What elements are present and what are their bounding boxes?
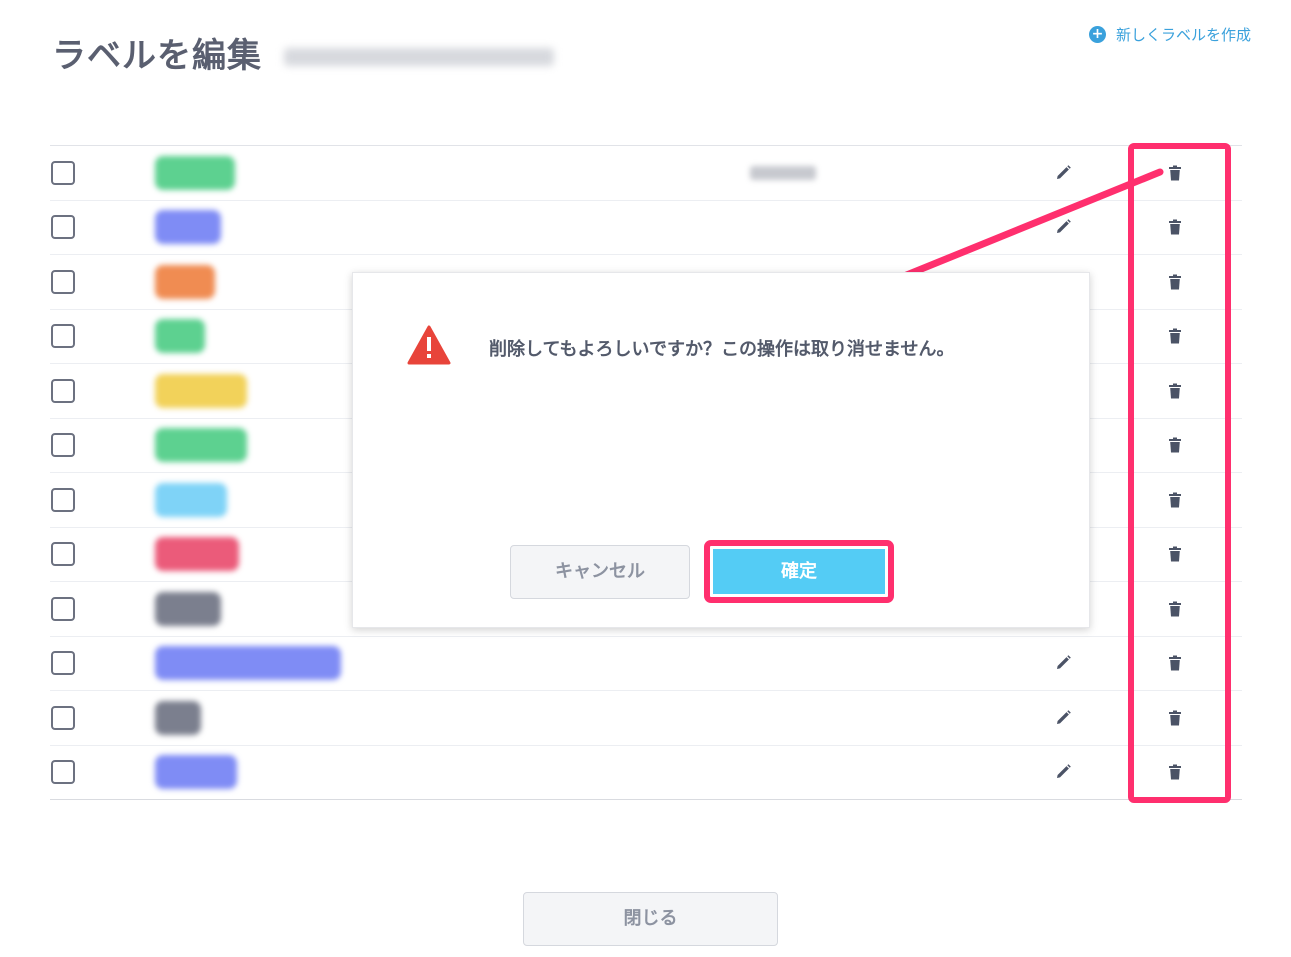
row-checkbox[interactable] (51, 596, 75, 621)
table-row (50, 691, 1242, 746)
row-checkbox[interactable] (51, 487, 75, 512)
page-title: ラベルを編集 (52, 36, 262, 76)
warning-icon (407, 325, 451, 365)
row-checkbox[interactable] (51, 215, 75, 240)
row-checkbox[interactable] (51, 705, 75, 730)
label-pill (155, 373, 247, 408)
row-checkbox[interactable] (51, 542, 75, 567)
subtitle-redacted (284, 48, 554, 66)
table-row (50, 746, 1242, 800)
row-checkbox[interactable] (51, 651, 75, 676)
row-checkbox[interactable] (51, 433, 75, 458)
label-pill (155, 755, 237, 790)
pencil-icon[interactable] (1054, 164, 1072, 182)
pencil-icon[interactable] (1054, 709, 1072, 727)
pencil-icon[interactable] (1054, 763, 1072, 781)
create-label-link[interactable]: + 新しくラベルを作成 (1088, 24, 1251, 45)
dialog-message: 削除してもよろしいですか？この操作は取り消せません。 (489, 339, 955, 360)
row-checkbox[interactable] (51, 378, 75, 403)
label-pill (155, 264, 215, 299)
label-pill (155, 155, 235, 190)
plus-circle-icon: + (1088, 26, 1106, 43)
row-checkbox[interactable] (51, 324, 75, 349)
label-description-redacted (750, 165, 816, 180)
label-pill (155, 537, 239, 572)
pencil-icon[interactable] (1054, 654, 1072, 672)
delete-column-highlight (1128, 143, 1231, 803)
row-checkbox[interactable] (51, 760, 75, 785)
label-pill (155, 210, 221, 245)
table-row (50, 201, 1242, 255)
pencil-icon[interactable] (1054, 218, 1072, 236)
label-pill (155, 700, 201, 735)
label-pill (155, 319, 205, 354)
cancel-button[interactable]: キャンセル (510, 545, 690, 599)
row-checkbox[interactable] (51, 160, 75, 185)
confirm-delete-dialog: 削除してもよろしいですか？この操作は取り消せません。 キャンセル 確定 (352, 272, 1090, 628)
label-pill (155, 646, 341, 681)
confirm-button[interactable]: 確定 (713, 549, 885, 594)
row-checkbox[interactable] (51, 269, 75, 294)
create-label-text: 新しくラベルを作成 (1115, 26, 1251, 44)
close-button[interactable]: 閉じる (523, 892, 778, 946)
table-row (50, 146, 1242, 201)
label-pill (155, 591, 221, 626)
label-pill (155, 482, 227, 517)
table-row (50, 637, 1242, 691)
label-pill (155, 428, 247, 463)
